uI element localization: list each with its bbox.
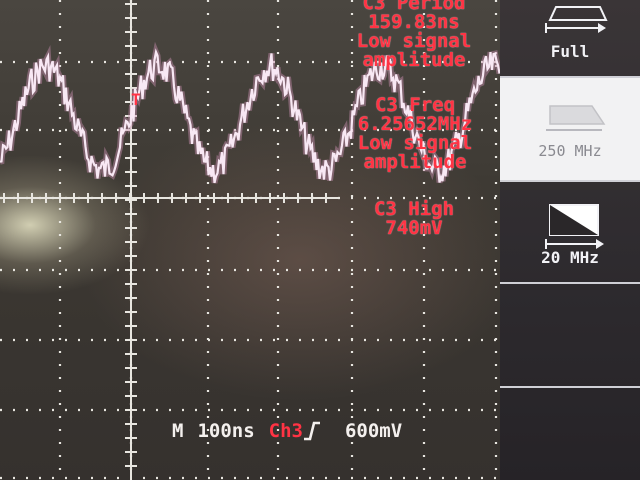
20mhz-bandwidth-icon: [545, 204, 604, 249]
bandwidth-250mhz-button[interactable]: 250 MHz: [500, 78, 640, 182]
trigger-level: 600mV: [344, 420, 403, 442]
channel-3-waveform: [0, 41, 500, 184]
bandwidth-250mhz-label: 250 MHz: [538, 142, 602, 160]
trigger-position-marker: T: [131, 90, 141, 109]
high-value: 740mV: [385, 217, 443, 239]
bandwidth-full-label: Full: [550, 42, 590, 61]
status-bar: M 100ns Ch3 600mV: [172, 419, 402, 443]
rising-edge-icon: [303, 421, 320, 441]
bandwidth-menu: Full 250 MHz 20 MHz: [500, 0, 640, 480]
measurement-period: C3 Period 159.83ns Low signal amplitude: [344, 0, 484, 70]
timebase-value: 100ns: [197, 420, 255, 442]
freq-warning-line2: amplitude: [363, 151, 467, 173]
trigger-source: Ch3: [268, 420, 303, 442]
menu-empty-slot-5[interactable]: [500, 388, 640, 480]
menu-empty-slot-4[interactable]: [500, 284, 640, 388]
bandwidth-full-button[interactable]: Full: [500, 0, 640, 78]
bandwidth-20mhz-label: 20 MHz: [541, 248, 599, 267]
measurement-high: C3 High 740mV: [344, 200, 484, 238]
full-bandwidth-icon: [545, 6, 608, 33]
measurement-frequency: C3 Freq 6.25652MHz Low signal amplitude: [340, 96, 490, 172]
period-warning-line2: amplitude: [362, 49, 466, 71]
timebase-label: M: [172, 420, 184, 442]
bandwidth-20mhz-button[interactable]: 20 MHz: [500, 182, 640, 284]
250mhz-bandwidth-icon: [546, 105, 606, 131]
scope-display: T C3 Period 159.83ns Low signal amplitud…: [0, 0, 500, 480]
